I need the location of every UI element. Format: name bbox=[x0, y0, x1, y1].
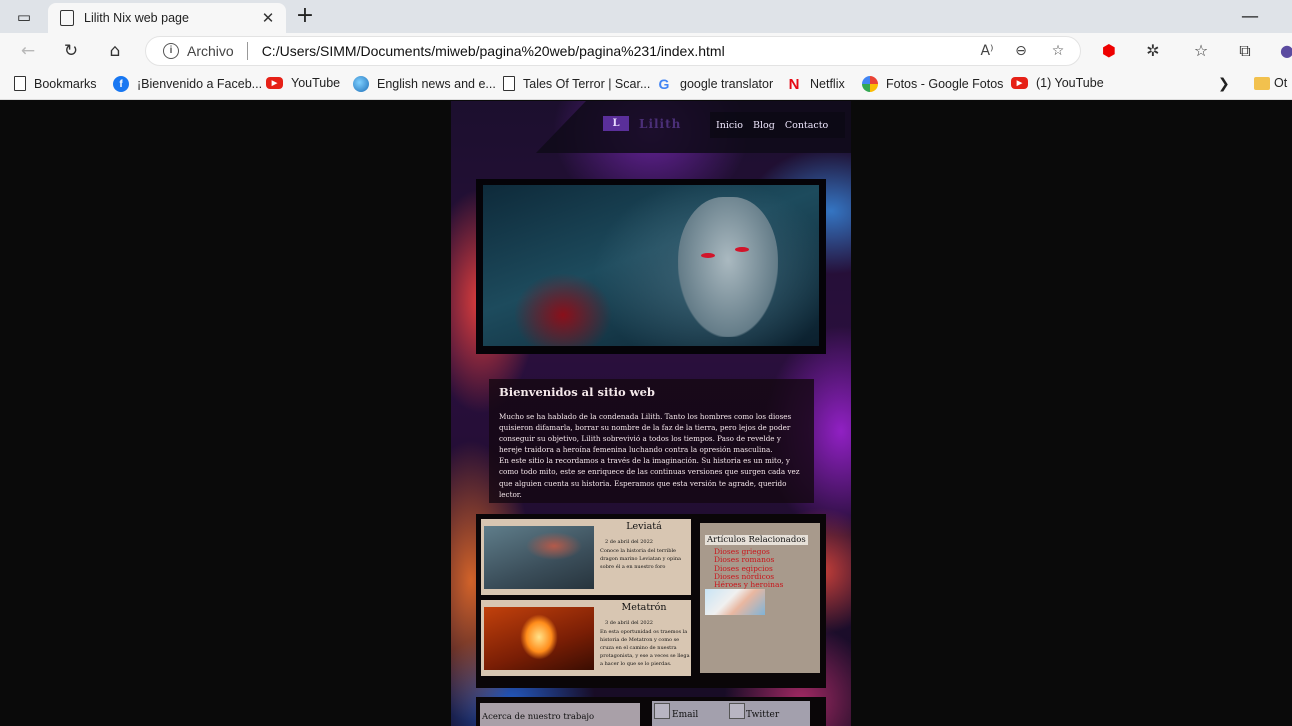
related-articles: Artículos Relacionados Dioses griegos Di… bbox=[700, 523, 820, 673]
folder-icon[interactable] bbox=[1254, 77, 1270, 90]
close-tab-icon[interactable]: ✕ bbox=[260, 9, 276, 27]
bookmark-item[interactable]: ▶ (1) YouTube bbox=[1011, 76, 1104, 90]
google-photos-icon bbox=[862, 76, 878, 92]
related-link[interactable]: Héroes y heroinas bbox=[714, 580, 815, 589]
bookmark-label: Fotos - Google Fotos bbox=[886, 77, 1004, 91]
article-title[interactable]: Leviatá bbox=[599, 521, 689, 532]
articles-section: Leviatá 2 de abril del 2022 Conoce la hi… bbox=[476, 514, 826, 688]
related-title: Artículos Relacionados bbox=[705, 535, 808, 545]
bookmark-label: google translator bbox=[680, 77, 774, 91]
nav-link-inicio[interactable]: Inicio bbox=[716, 120, 743, 131]
url-text[interactable]: C:/Users/SIMM/Documents/miweb/pagina%20w… bbox=[262, 43, 725, 59]
info-icon[interactable]: i bbox=[163, 43, 179, 59]
email-icon[interactable] bbox=[654, 703, 670, 719]
globe-icon bbox=[353, 76, 369, 92]
zoom-out-icon[interactable]: ⊖ bbox=[1010, 43, 1032, 59]
address-separator bbox=[246, 42, 248, 60]
related-image bbox=[705, 589, 765, 616]
welcome-text: Mucho se ha hablado de la condenada Lili… bbox=[499, 411, 804, 500]
nav-link-contacto[interactable]: Contacto bbox=[785, 120, 828, 131]
hero-frame bbox=[476, 179, 826, 354]
profile-icon[interactable]: ● bbox=[1276, 41, 1292, 63]
about-title: Acerca de nuestro trabajo bbox=[482, 712, 595, 722]
bookmark-label: Netflix bbox=[810, 77, 845, 91]
article-date: 3 de abril del 2022 bbox=[605, 620, 653, 626]
article-summary: En esta oportunidad os traemos la histor… bbox=[600, 629, 690, 667]
hero-face bbox=[678, 197, 778, 337]
bookmark-item[interactable]: Fotos - Google Fotos bbox=[862, 76, 1003, 92]
adblock-extension-icon[interactable]: ⬢ bbox=[1098, 41, 1120, 63]
article-card[interactable]: Leviatá 2 de abril del 2022 Conoce la hi… bbox=[481, 519, 691, 595]
active-tab[interactable]: Lilith Nix web page ✕ bbox=[48, 3, 286, 33]
bookmark-label: English news and e... bbox=[377, 77, 496, 91]
bookmarks-bar: Bookmarks f ¡Bienvenido a Faceb... ▶ You… bbox=[0, 69, 1292, 100]
hero-image bbox=[483, 185, 819, 346]
bookmark-label: ¡Bienvenido a Faceb... bbox=[137, 77, 263, 91]
tab-actions-icon[interactable]: ▭ bbox=[10, 6, 38, 28]
hero-eye bbox=[735, 247, 749, 252]
google-icon: G bbox=[658, 76, 670, 92]
welcome-title: Bienvenidos al sitio web bbox=[499, 385, 655, 399]
extensions-icon[interactable]: ✲ bbox=[1142, 41, 1164, 63]
twitter-icon[interactable] bbox=[729, 703, 745, 719]
nav-link-blog[interactable]: Blog bbox=[753, 120, 775, 131]
logo-word: Lilith bbox=[639, 116, 682, 131]
address-prefix: Archivo bbox=[187, 43, 234, 59]
browser-toolbar: ← ↻ ⌂ i Archivo C:/Users/SIMM/Documents/… bbox=[0, 33, 1292, 69]
about-section: Acerca de nuestro trabajo bbox=[480, 703, 640, 726]
address-bar[interactable]: i Archivo C:/Users/SIMM/Documents/miweb/… bbox=[145, 36, 1081, 66]
youtube-icon: ▶ bbox=[1011, 77, 1028, 89]
article-thumbnail[interactable] bbox=[484, 526, 594, 589]
new-tab-icon[interactable]: + bbox=[293, 5, 317, 27]
site-container: L Lilith Inicio Blog Contacto Bienvenido… bbox=[451, 101, 851, 726]
tab-bar: ▭ Lilith Nix web page ✕ + — bbox=[0, 0, 1292, 33]
bookmark-label: Tales Of Terror | Scar... bbox=[523, 76, 651, 91]
bookmark-label: Bookmarks bbox=[34, 76, 97, 91]
bookmark-item[interactable]: f ¡Bienvenido a Faceb... bbox=[113, 76, 262, 92]
facebook-icon: f bbox=[113, 76, 129, 92]
other-bookmarks-label[interactable]: Ot bbox=[1274, 76, 1287, 90]
tab-title: Lilith Nix web page bbox=[84, 11, 189, 25]
bookmark-label: (1) YouTube bbox=[1036, 76, 1104, 90]
logo-mark: L bbox=[603, 116, 629, 131]
email-label[interactable]: Email bbox=[672, 710, 698, 720]
page-icon bbox=[60, 10, 74, 26]
bookmark-item[interactable]: ▶ YouTube bbox=[266, 76, 340, 90]
page-icon bbox=[14, 76, 26, 91]
article-thumbnail[interactable] bbox=[484, 607, 594, 670]
site-footer: Acerca de nuestro trabajo Email Twitter bbox=[476, 697, 826, 726]
page-icon bbox=[503, 76, 515, 91]
bookmark-item[interactable]: Tales Of Terror | Scar... bbox=[503, 76, 650, 91]
chevron-right-icon[interactable]: ❯ bbox=[1218, 76, 1230, 92]
article-summary: Conoce la historia del terrible dragon m… bbox=[600, 548, 682, 570]
back-icon[interactable]: ← bbox=[15, 39, 41, 63]
welcome-section: Bienvenidos al sitio web Mucho se ha hab… bbox=[489, 379, 814, 503]
collections-icon[interactable]: ⧉ bbox=[1234, 41, 1256, 63]
refresh-icon[interactable]: ↻ bbox=[58, 39, 84, 63]
bookmark-item[interactable]: N Netflix bbox=[786, 75, 845, 93]
article-title[interactable]: Metatrón bbox=[599, 602, 689, 613]
minimize-icon[interactable]: — bbox=[1238, 6, 1262, 27]
social-section: Email Twitter bbox=[652, 701, 810, 726]
hero-eye bbox=[701, 253, 715, 258]
home-icon[interactable]: ⌂ bbox=[102, 39, 128, 63]
read-aloud-icon[interactable]: A⁾ bbox=[976, 43, 998, 59]
twitter-label[interactable]: Twitter bbox=[746, 710, 779, 720]
youtube-icon: ▶ bbox=[266, 77, 283, 89]
article-card[interactable]: Metatrón 3 de abril del 2022 En esta opo… bbox=[481, 600, 691, 676]
welcome-paragraph-2: En este sitio la recordamos a través de … bbox=[499, 456, 800, 499]
favorites-icon[interactable]: ☆ bbox=[1190, 41, 1212, 63]
netflix-icon: N bbox=[788, 75, 800, 93]
bookmark-item[interactable]: Bookmarks bbox=[14, 76, 97, 91]
welcome-paragraph-1: Mucho se ha hablado de la condenada Lili… bbox=[499, 412, 792, 455]
site-nav: Inicio Blog Contacto bbox=[710, 112, 845, 138]
bookmark-label: YouTube bbox=[291, 76, 341, 90]
bookmark-item[interactable]: English news and e... bbox=[353, 76, 496, 92]
site-logo[interactable]: L Lilith bbox=[603, 116, 681, 131]
related-list: Dioses griegos Dioses romanos Dioses egi… bbox=[705, 547, 815, 589]
favorite-add-icon[interactable]: ☆ bbox=[1047, 43, 1069, 59]
bookmark-item[interactable]: G google translator bbox=[656, 76, 774, 92]
article-date: 2 de abril del 2022 bbox=[605, 539, 653, 545]
page-viewport: L Lilith Inicio Blog Contacto Bienvenido… bbox=[0, 101, 1292, 726]
